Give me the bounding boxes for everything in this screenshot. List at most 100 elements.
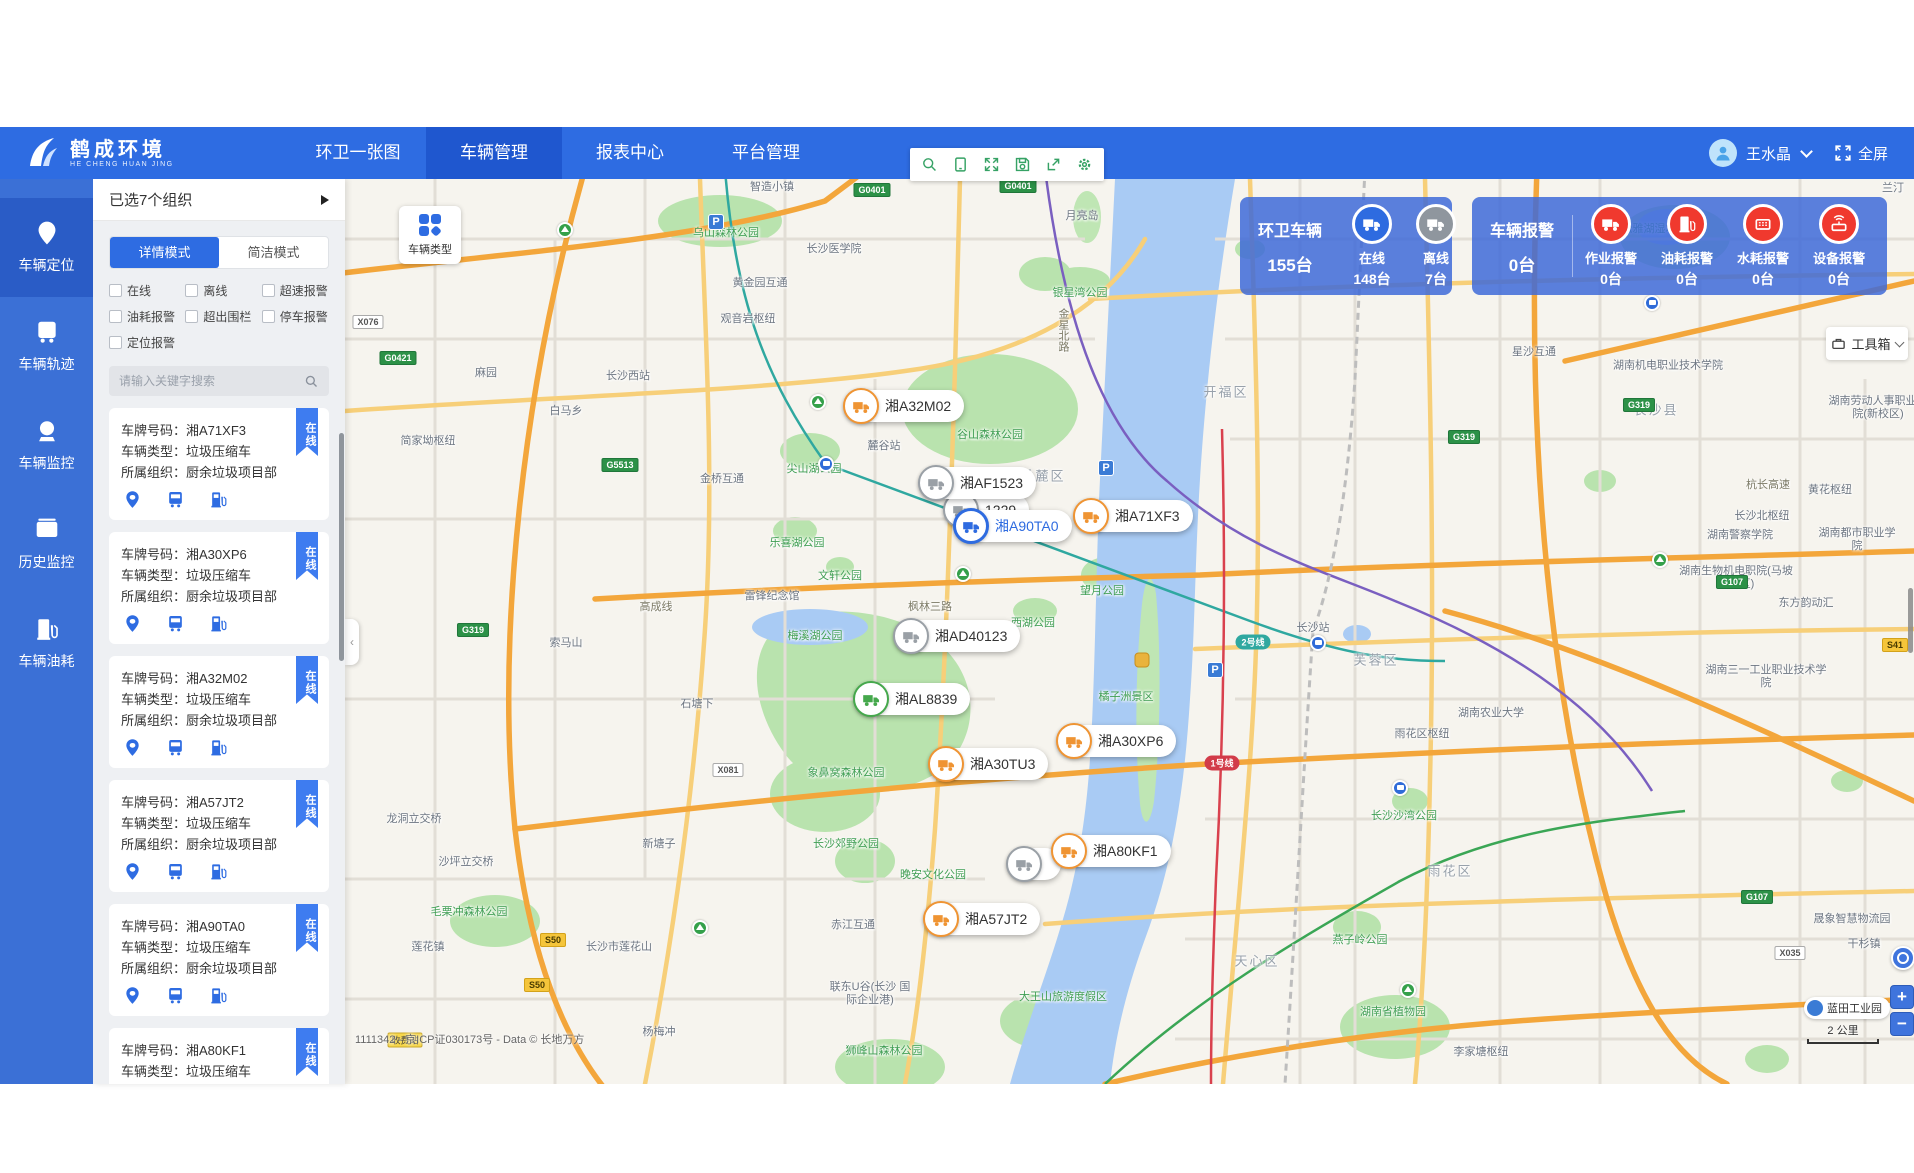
user-name[interactable]: 王水晶 [1746,143,1791,164]
locate-vehicle-icon[interactable] [123,614,142,633]
filter-checkbox-item[interactable]: 停车报警 [262,308,338,325]
vehicle-marker[interactable]: 湘AD40123 [895,620,1020,652]
org-selector[interactable]: 已选7个组织 [93,179,345,221]
poi-icon[interactable] [1135,653,1150,668]
zoom-in-button[interactable]: + [1890,985,1914,1009]
vehicle-marker[interactable]: 湘A32M02 [845,390,964,422]
poi-icon[interactable] [1310,635,1326,651]
locate-vehicle-icon[interactable] [123,862,142,881]
sidebar-item-history-monitor[interactable]: 历史监控 [0,495,93,594]
work-alarm-stat[interactable]: 作业报警 0台 [1573,204,1649,289]
tablet-icon[interactable] [945,148,976,181]
tab-detail-mode[interactable]: 详情模式 [110,237,219,268]
menu-item-overview[interactable]: 环卫一张图 [290,127,426,179]
panel-collapse-button[interactable]: ‹ [345,619,359,665]
locate-vehicle-icon[interactable] [123,490,142,509]
vehicle-card[interactable]: 车牌号码：湘A90TA0 车辆类型：垃圾压缩车 所属组织：厨余垃圾项目部 在线 [109,904,329,1016]
poi-icon[interactable] [1652,552,1668,568]
search-input[interactable] [119,374,304,388]
offline-stat[interactable]: 离线 7台 [1404,204,1468,289]
checkbox[interactable] [109,336,122,349]
vehicle-fuel-icon[interactable] [209,862,228,881]
vehicle-track-icon[interactable] [166,738,185,757]
checkbox[interactable] [185,310,198,323]
checkbox[interactable] [262,284,275,297]
fullscreen-control[interactable]: 全屏 [1834,143,1888,164]
poi-icon[interactable] [1644,295,1660,311]
poi-icon[interactable] [818,456,834,472]
checkbox[interactable] [109,284,122,297]
avatar[interactable] [1709,139,1737,167]
locate-vehicle-icon[interactable] [123,738,142,757]
map-canvas[interactable]: 智造小镇乌山森林公园长沙医学院黄金园互通观音岩枢纽月亮岛银星湾公园金星北路麻园简… [345,179,1914,1084]
sidebar-item-vehicle-location[interactable]: 车辆定位 [0,198,93,297]
zoom-out-button[interactable]: − [1890,1012,1914,1036]
chevron-down-icon[interactable] [1800,145,1813,158]
menu-item-vehicle-mgmt[interactable]: 车辆管理 [426,127,562,179]
industrial-park-badge[interactable]: 蓝田工业园 [1804,997,1890,1019]
search-icon[interactable] [304,374,319,389]
vehicle-card[interactable]: 车牌号码：湘A32M02 车辆类型：垃圾压缩车 所属组织：厨余垃圾项目部 在线 [109,656,329,768]
locate-me-button[interactable] [1891,946,1914,970]
poi-icon[interactable]: P [1098,460,1114,476]
poi-icon[interactable] [557,222,573,238]
export-icon[interactable] [1038,148,1069,181]
search-icon[interactable] [914,148,945,181]
settings-icon[interactable] [1069,148,1100,181]
map-scrollbar[interactable] [1908,588,1913,653]
vehicle-track-icon[interactable] [166,862,185,881]
vehicle-marker[interactable]: 湘A80KF1 [1053,835,1171,867]
poi-icon[interactable]: P [1207,662,1223,678]
sidebar-item-vehicle-fuel[interactable]: 车辆油耗 [0,594,93,693]
vehicle-marker[interactable]: 湘A90TA0 [955,510,1072,542]
vehicle-marker[interactable]: 湘AL8839 [855,683,970,715]
filter-checkbox-item[interactable]: 定位报警 [109,334,185,351]
vehicle-track-icon[interactable] [166,986,185,1005]
filter-checkbox-item[interactable]: 在线 [109,282,185,299]
fuel-alarm-stat[interactable]: 油耗报警 0台 [1649,204,1725,289]
vehicle-fuel-icon[interactable] [209,738,228,757]
vehicle-card[interactable]: 车牌号码：湘A30XP6 车辆类型：垃圾压缩车 所属组织：厨余垃圾项目部 在线 [109,532,329,644]
vehicle-marker[interactable]: 湘A57JT2 [925,903,1040,935]
list-scrollbar[interactable] [339,433,344,661]
expand-icon[interactable] [976,148,1007,181]
filter-checkbox-item[interactable]: 超速报警 [262,282,338,299]
checkbox[interactable] [109,310,122,323]
vehicle-card[interactable]: 车牌号码：湘A71XF3 车辆类型：垃圾压缩车 所属组织：厨余垃圾项目部 在线 [109,408,329,520]
filter-checkbox-item[interactable]: 油耗报警 [109,308,185,325]
vehicle-marker[interactable]: 湘AF1523 [920,467,1036,499]
save-icon[interactable] [1007,148,1038,181]
vehicle-fuel-icon[interactable] [209,490,228,509]
poi-icon[interactable] [810,394,826,410]
device-alarm-stat[interactable]: 设备报警 0台 [1801,204,1877,289]
checkbox[interactable] [185,284,198,297]
poi-icon[interactable] [955,566,971,582]
poi-icon[interactable] [1400,982,1416,998]
vehicle-marker[interactable]: 湘A30XP6 [1058,725,1176,757]
vehicle-card[interactable]: 车牌号码：湘A80KF1 车辆类型：垃圾压缩车 所属组织：厨余垃圾项目部 在线 [109,1028,329,1084]
menu-item-reports[interactable]: 报表中心 [562,127,698,179]
locate-vehicle-icon[interactable] [123,986,142,1005]
vehicle-type-button[interactable]: 车辆类型 [399,206,461,264]
poi-icon[interactable] [1392,780,1408,796]
vehicle-card[interactable]: 车牌号码：湘A57JT2 车辆类型：垃圾压缩车 所属组织：厨余垃圾项目部 在线 [109,780,329,892]
sidebar-item-vehicle-track[interactable]: 车辆轨迹 [0,297,93,396]
vehicle-marker[interactable]: 湘A71XF3 [1075,500,1193,532]
toolbox-button[interactable]: 工具箱 [1826,327,1908,360]
online-stat[interactable]: 在线 148台 [1340,204,1404,289]
checkbox[interactable] [262,310,275,323]
sidebar-item-vehicle-monitor[interactable]: 车辆监控 [0,396,93,495]
poi-icon[interactable] [692,920,708,936]
vehicle-fuel-icon[interactable] [209,986,228,1005]
poi-icon[interactable]: P [708,214,724,230]
menu-item-platform[interactable]: 平台管理 [698,127,834,179]
vehicle-track-icon[interactable] [166,614,185,633]
expand-arrow-icon[interactable] [321,195,329,205]
tab-simple-mode[interactable]: 简洁模式 [219,237,328,268]
vehicle-marker[interactable]: 湘A30TU3 [930,748,1048,780]
vehicle-track-icon[interactable] [166,490,185,509]
filter-checkbox-item[interactable]: 离线 [185,282,261,299]
filter-checkbox-item[interactable]: 超出围栏 [185,308,261,325]
vehicle-fuel-icon[interactable] [209,614,228,633]
water-alarm-stat[interactable]: 水耗报警 0台 [1725,204,1801,289]
